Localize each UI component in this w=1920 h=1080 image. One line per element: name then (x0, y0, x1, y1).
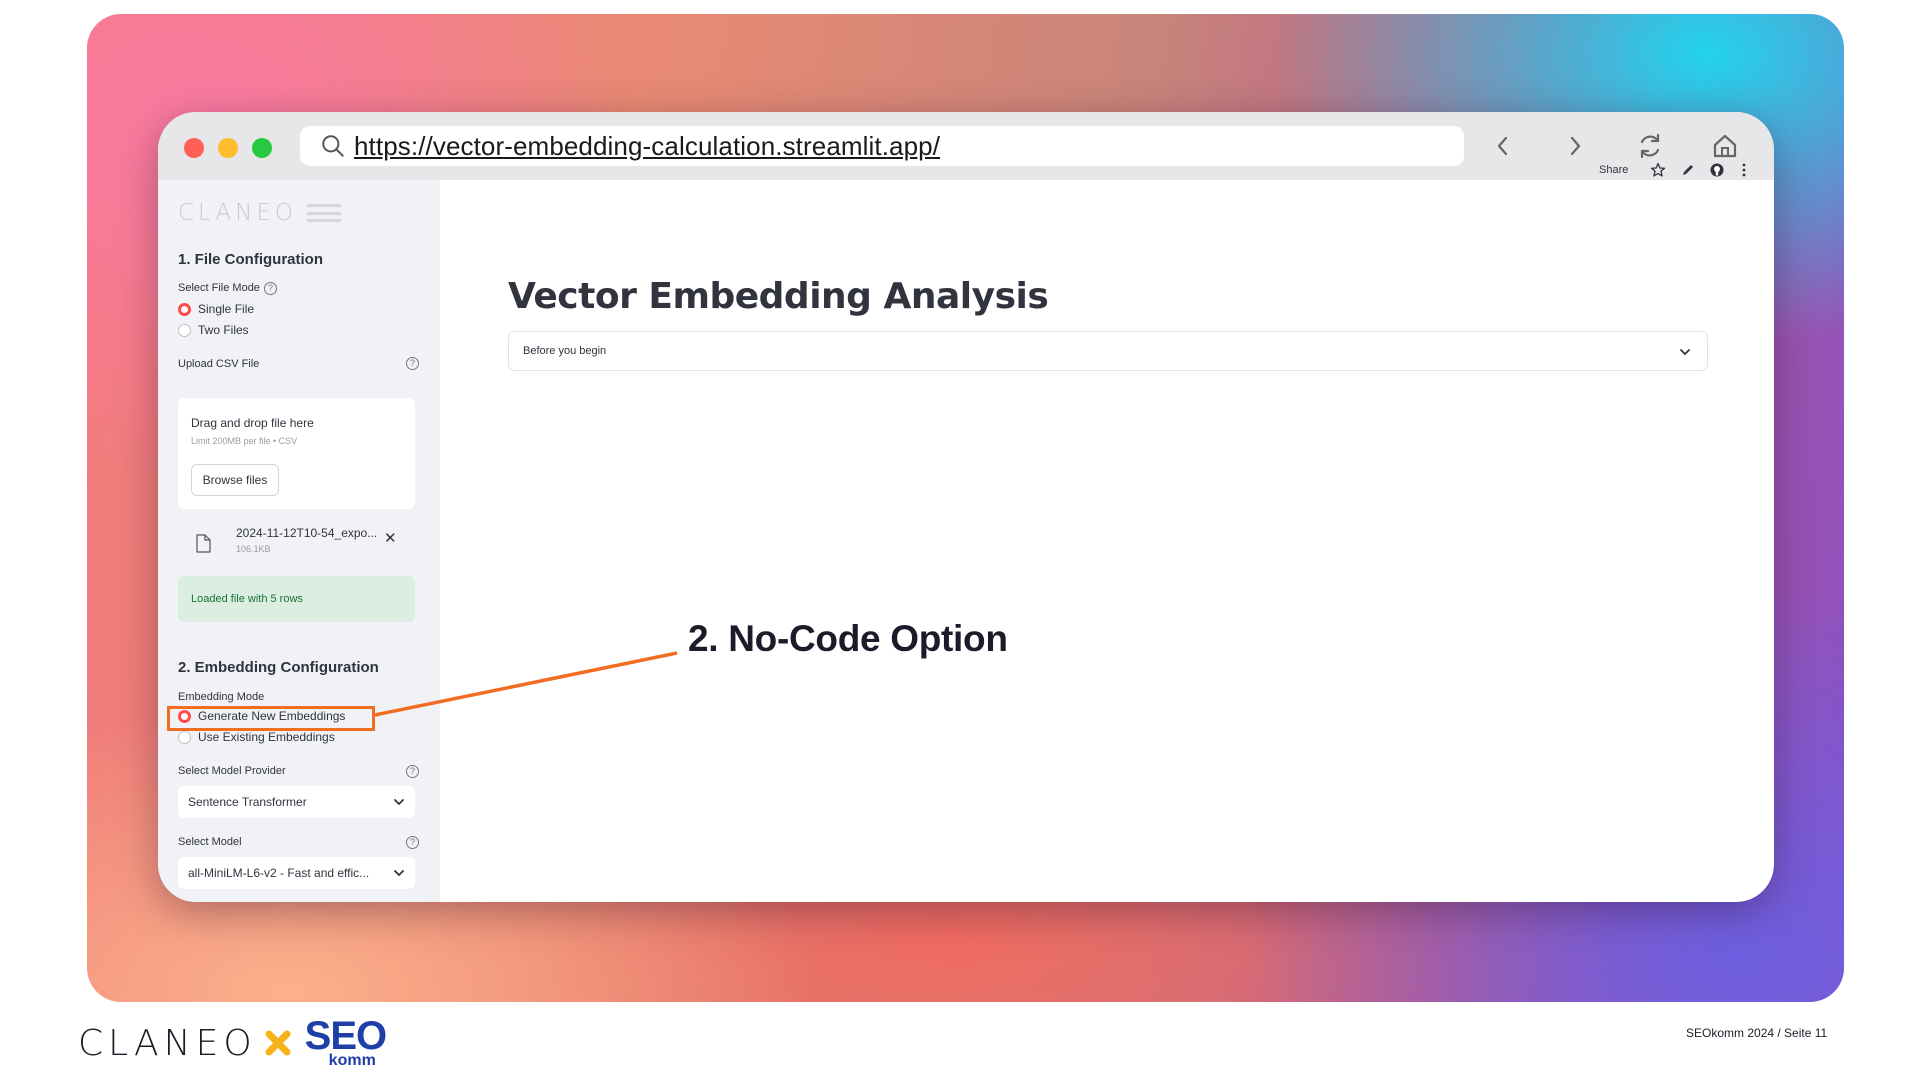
seokomm-logo: SEO komm (305, 1014, 389, 1070)
slide: https://vector-embedding-calculation.str… (0, 0, 1920, 1080)
callout-connector-line (374, 651, 678, 717)
claneo-wordmark: CLANEO (78, 1022, 257, 1064)
page-number: SEOkomm 2024 / Seite 11 (1686, 1026, 1828, 1040)
x-mark-icon (265, 1030, 291, 1056)
komm-wordmark: komm (328, 1052, 376, 1069)
callout-label: 2. No-Code Option (688, 618, 1008, 659)
footer-logo: CLANEO SEO komm (78, 1014, 389, 1070)
